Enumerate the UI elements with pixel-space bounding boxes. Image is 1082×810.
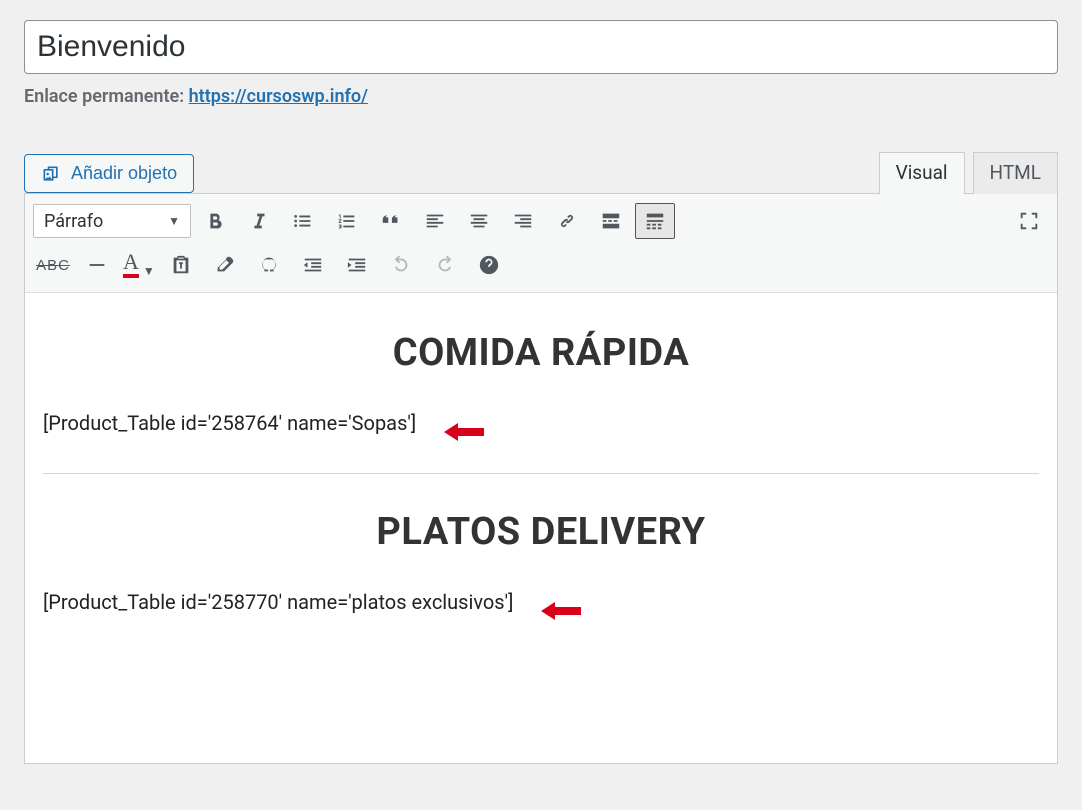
shortcode-2: [Product_Table id='258770' name='platos … [43,590,513,614]
chevron-down-icon: ▼ [168,214,180,228]
arrow-left-icon [444,422,484,442]
italic-button[interactable] [239,203,279,239]
link-button[interactable] [547,203,587,239]
strikethrough-button[interactable]: ABC [33,247,73,283]
clear-formatting-button[interactable] [205,247,245,283]
arrow-left-icon [541,601,581,621]
chevron-down-icon: ▼ [143,264,155,278]
text-color-icon: A [123,252,139,278]
align-right-button[interactable] [503,203,543,239]
add-media-button[interactable]: Añadir objeto [24,154,194,193]
permalink-label: Enlace permanente: [24,86,184,107]
indent-button[interactable] [337,247,377,283]
format-select[interactable]: Párrafo ▼ [33,204,191,238]
paste-text-button[interactable] [161,247,201,283]
page-title-input[interactable] [24,20,1058,74]
read-more-button[interactable] [591,203,631,239]
content-heading-2: PLATOS DELIVERY [43,510,1039,554]
toolbar-toggle-button[interactable] [635,203,675,239]
align-left-button[interactable] [415,203,455,239]
shortcode-1: [Product_Table id='258764' name='Sopas'] [43,411,416,435]
horizontal-rule-button[interactable] [77,247,117,283]
text-color-button[interactable]: A ▼ [121,248,157,282]
help-button[interactable] [469,247,509,283]
tab-html[interactable]: HTML [973,152,1058,194]
redo-button[interactable] [425,247,465,283]
fullscreen-button[interactable] [1009,203,1049,239]
editor-content[interactable]: COMIDA RÁPIDA [Product_Table id='258764'… [25,293,1057,763]
blockquote-button[interactable] [371,203,411,239]
editor-tabs: Visual HTML [879,151,1058,193]
special-character-button[interactable] [249,247,289,283]
permalink-row: Enlace permanente: https://cursoswp.info… [24,86,1058,107]
format-select-label: Párrafo [44,211,103,232]
outdent-button[interactable] [293,247,333,283]
media-icon [41,164,61,184]
undo-button[interactable] [381,247,421,283]
content-heading-1: COMIDA RÁPIDA [43,331,1039,375]
numbered-list-button[interactable] [327,203,367,239]
add-media-label: Añadir objeto [71,163,177,184]
align-center-button[interactable] [459,203,499,239]
editor-container: Párrafo ▼ ABC A ▼ [24,193,1058,764]
bold-button[interactable] [195,203,235,239]
permalink-url[interactable]: https://cursoswp.info/ [189,86,368,107]
bulleted-list-button[interactable] [283,203,323,239]
tab-visual[interactable]: Visual [879,152,965,194]
content-divider [43,473,1039,474]
editor-toolbar: Párrafo ▼ ABC A ▼ [25,194,1057,293]
